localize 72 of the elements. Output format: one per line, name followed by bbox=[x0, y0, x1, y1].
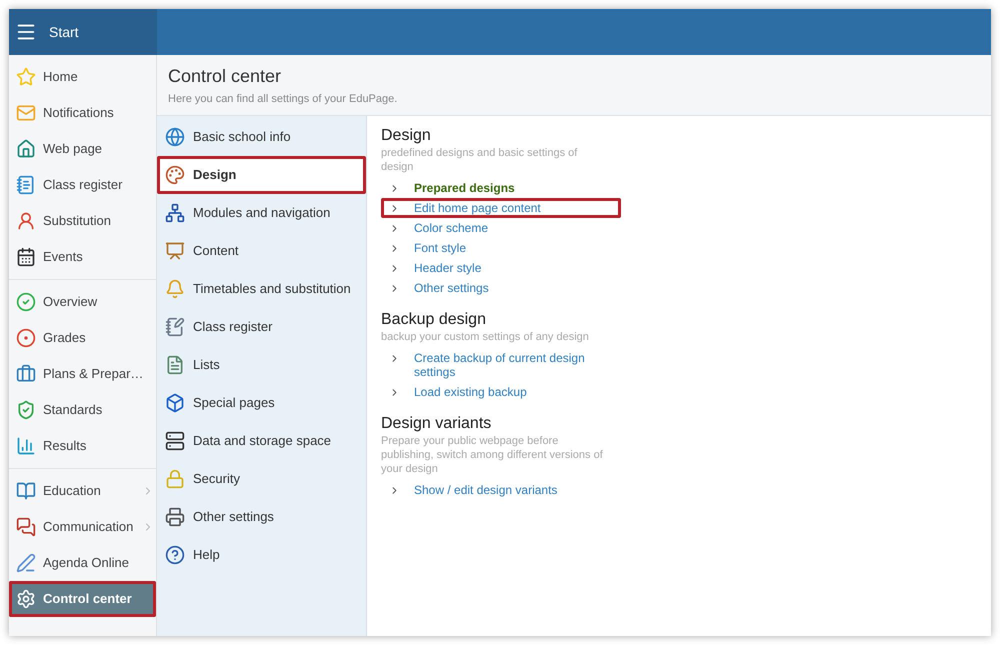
category-item[interactable]: Timetables and substitution bbox=[157, 270, 366, 308]
house-icon bbox=[16, 139, 36, 159]
chat-icon bbox=[16, 517, 36, 537]
section-title: Design bbox=[381, 126, 432, 146]
sidebar-item[interactable]: Education bbox=[9, 473, 156, 509]
cube-icon bbox=[165, 393, 185, 413]
star-icon bbox=[16, 67, 36, 87]
lock-icon bbox=[165, 469, 185, 489]
settings-link[interactable]: Prepared designs bbox=[381, 178, 621, 198]
printer-icon bbox=[165, 507, 185, 527]
settings-icon bbox=[16, 589, 36, 609]
sidebar-item[interactable]: Events bbox=[9, 239, 156, 275]
category-item[interactable]: Class register bbox=[157, 308, 366, 346]
shield-icon bbox=[16, 400, 36, 420]
category-item[interactable]: Basic school info bbox=[157, 118, 366, 156]
palette-icon bbox=[165, 165, 185, 185]
envelope-icon bbox=[16, 103, 36, 123]
section-description: predefined designs and basic settings of design bbox=[381, 146, 578, 174]
section-title: Design variants bbox=[381, 414, 492, 434]
sidebar-item[interactable]: Home bbox=[9, 59, 156, 95]
settings-link[interactable]: Show / edit design variants bbox=[381, 480, 621, 500]
sidebar-item[interactable]: Agenda Online bbox=[9, 545, 156, 581]
sidebar-item[interactable]: Notifications bbox=[9, 95, 156, 131]
category-item[interactable]: Special pages bbox=[157, 384, 366, 422]
pen-icon bbox=[16, 553, 36, 573]
settings-link[interactable]: Color scheme bbox=[381, 218, 621, 238]
settings-link[interactable]: Edit home page content bbox=[381, 198, 621, 218]
target-icon bbox=[16, 328, 36, 348]
category-item[interactable]: Other settings bbox=[157, 498, 366, 536]
person-icon bbox=[16, 211, 36, 231]
briefcase-icon bbox=[16, 364, 36, 384]
notebook-icon bbox=[165, 317, 185, 337]
sidebar-item[interactable]: Class register bbox=[9, 167, 156, 203]
category-item[interactable]: Design bbox=[157, 156, 366, 194]
sidebar-item[interactable]: Plans & Prepar… bbox=[9, 356, 156, 392]
book-icon bbox=[16, 481, 36, 501]
calendar-icon bbox=[16, 247, 36, 267]
start-menu-button[interactable]: Start bbox=[9, 9, 157, 55]
bar-chart-icon bbox=[16, 436, 36, 456]
check-circle-icon bbox=[16, 292, 36, 312]
sidebar-item[interactable]: Substitution bbox=[9, 203, 156, 239]
category-item[interactable]: Security bbox=[157, 460, 366, 498]
document-icon bbox=[165, 355, 185, 375]
easel-icon bbox=[165, 241, 185, 261]
section-description: backup your custom settings of any design bbox=[381, 330, 590, 344]
page-title: Control center bbox=[168, 65, 282, 87]
settings-link[interactable]: Load existing backup bbox=[381, 382, 621, 402]
network-icon bbox=[165, 203, 185, 223]
section-description: Prepare your public webpage before publishing, switch among different versions of your design bbox=[381, 434, 604, 476]
globe-icon bbox=[165, 127, 185, 147]
sidebar-item[interactable]: Standards bbox=[9, 392, 156, 428]
sidebar-item[interactable]: Control center bbox=[9, 581, 156, 617]
category-item[interactable]: Help bbox=[157, 536, 366, 574]
page-subtitle: Here you can find all settings of your EduPage. bbox=[168, 92, 398, 107]
help-icon bbox=[165, 545, 185, 565]
bell-icon bbox=[165, 279, 185, 299]
settings-link[interactable]: Header style bbox=[381, 258, 621, 278]
sidebar-item[interactable]: Communication bbox=[9, 509, 156, 545]
sidebar-item[interactable]: Web page bbox=[9, 131, 156, 167]
category-item[interactable]: Content bbox=[157, 232, 366, 270]
notebook-icon bbox=[16, 175, 36, 195]
sidebar-item[interactable]: Results bbox=[9, 428, 156, 464]
sidebar-item[interactable]: Grades bbox=[9, 320, 156, 356]
section-title: Backup design bbox=[381, 310, 487, 330]
category-item[interactable]: Data and storage space bbox=[157, 422, 366, 460]
settings-link[interactable]: Other settings bbox=[381, 278, 621, 298]
server-icon bbox=[165, 431, 185, 451]
category-item[interactable]: Lists bbox=[157, 346, 366, 384]
category-item[interactable]: Modules and navigation bbox=[157, 194, 366, 232]
settings-link[interactable]: Create backup of current design settings bbox=[381, 348, 621, 382]
sidebar-item[interactable]: Overview bbox=[9, 284, 156, 320]
settings-link[interactable]: Font style bbox=[381, 238, 621, 258]
